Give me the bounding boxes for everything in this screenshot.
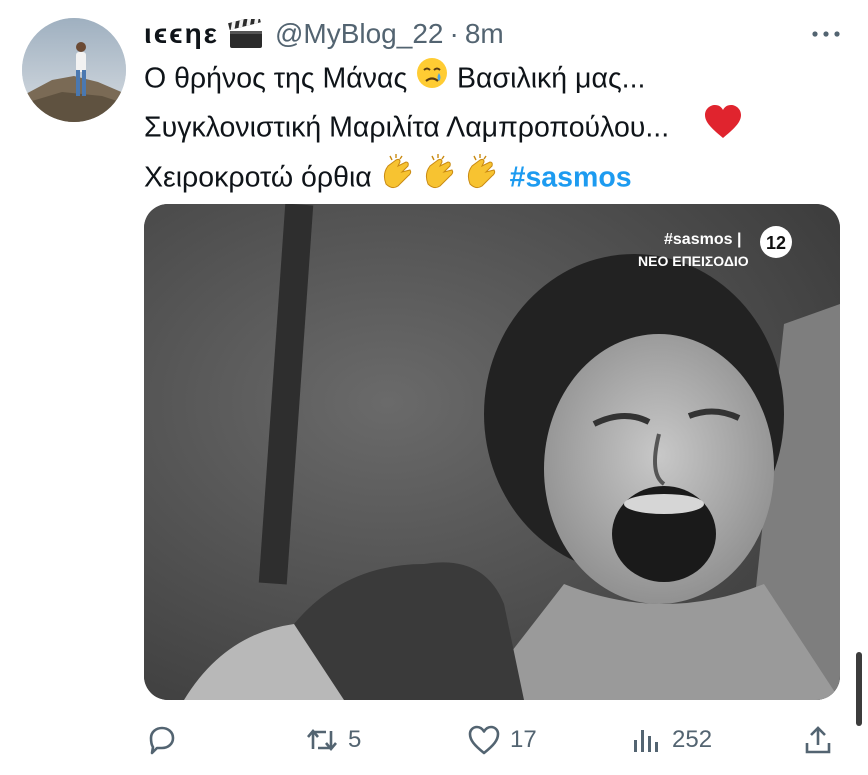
timestamp[interactable]: 8m bbox=[465, 18, 504, 50]
user-handle[interactable]: @MyBlog_22 bbox=[275, 18, 444, 50]
reply-icon bbox=[144, 722, 180, 758]
retweet-count: 5 bbox=[348, 726, 362, 753]
crying-face-icon bbox=[415, 56, 449, 104]
hashtag-link[interactable]: #sasmos bbox=[510, 162, 632, 194]
avatar[interactable] bbox=[22, 18, 126, 122]
tweet-media-image[interactable]: #sasmos | ΝΕΟ ΕΠΕΙΣΟΔΙΟ 12 bbox=[144, 204, 840, 700]
tweet-text-line-1: Ο θρήνος της Μάνας bbox=[144, 62, 408, 95]
tweet-text: Ο θρήνος της Μάνας Βασιλική μας... Συγκλ… bbox=[144, 56, 844, 204]
tweet-actions: 5 17 252 bbox=[144, 718, 844, 762]
views-button[interactable]: 252 bbox=[628, 718, 712, 762]
tweet-text-line-3: Χειροκροτώ όρθια bbox=[144, 161, 372, 194]
views-icon bbox=[628, 722, 664, 758]
scrollbar[interactable] bbox=[856, 652, 862, 726]
retweet-icon bbox=[304, 722, 340, 758]
like-count: 17 bbox=[510, 726, 537, 753]
tweet-text-line-2: Συγκλονιστική Μαριλίτα Λαμπροπούλου... bbox=[144, 111, 670, 144]
display-name[interactable]: ιϵϵηε bbox=[144, 18, 219, 50]
tweet-header: ιϵϵηε @MyBlog_22 · 8m bbox=[144, 14, 828, 54]
more-icon[interactable] bbox=[810, 18, 842, 50]
like-button[interactable]: 17 bbox=[466, 718, 537, 762]
tweet-text-line-1b: Βασιλική μας... bbox=[457, 62, 646, 95]
rating-label: 12 bbox=[766, 233, 786, 253]
like-icon bbox=[466, 722, 502, 758]
red-heart-icon bbox=[703, 104, 743, 154]
view-count: 252 bbox=[672, 726, 713, 753]
share-icon bbox=[800, 722, 836, 758]
overlay-hashtag: #sasmos | bbox=[664, 231, 741, 248]
clapping-hands-icon bbox=[380, 153, 502, 204]
overlay-caption: ΝΕΟ ΕΠΕΙΣΟΔΙΟ bbox=[638, 253, 749, 269]
share-button[interactable] bbox=[800, 718, 836, 762]
retweet-button[interactable]: 5 bbox=[304, 718, 361, 762]
reply-button[interactable] bbox=[144, 718, 188, 762]
clapperboard-icon bbox=[227, 15, 265, 49]
separator-dot: · bbox=[449, 18, 459, 49]
